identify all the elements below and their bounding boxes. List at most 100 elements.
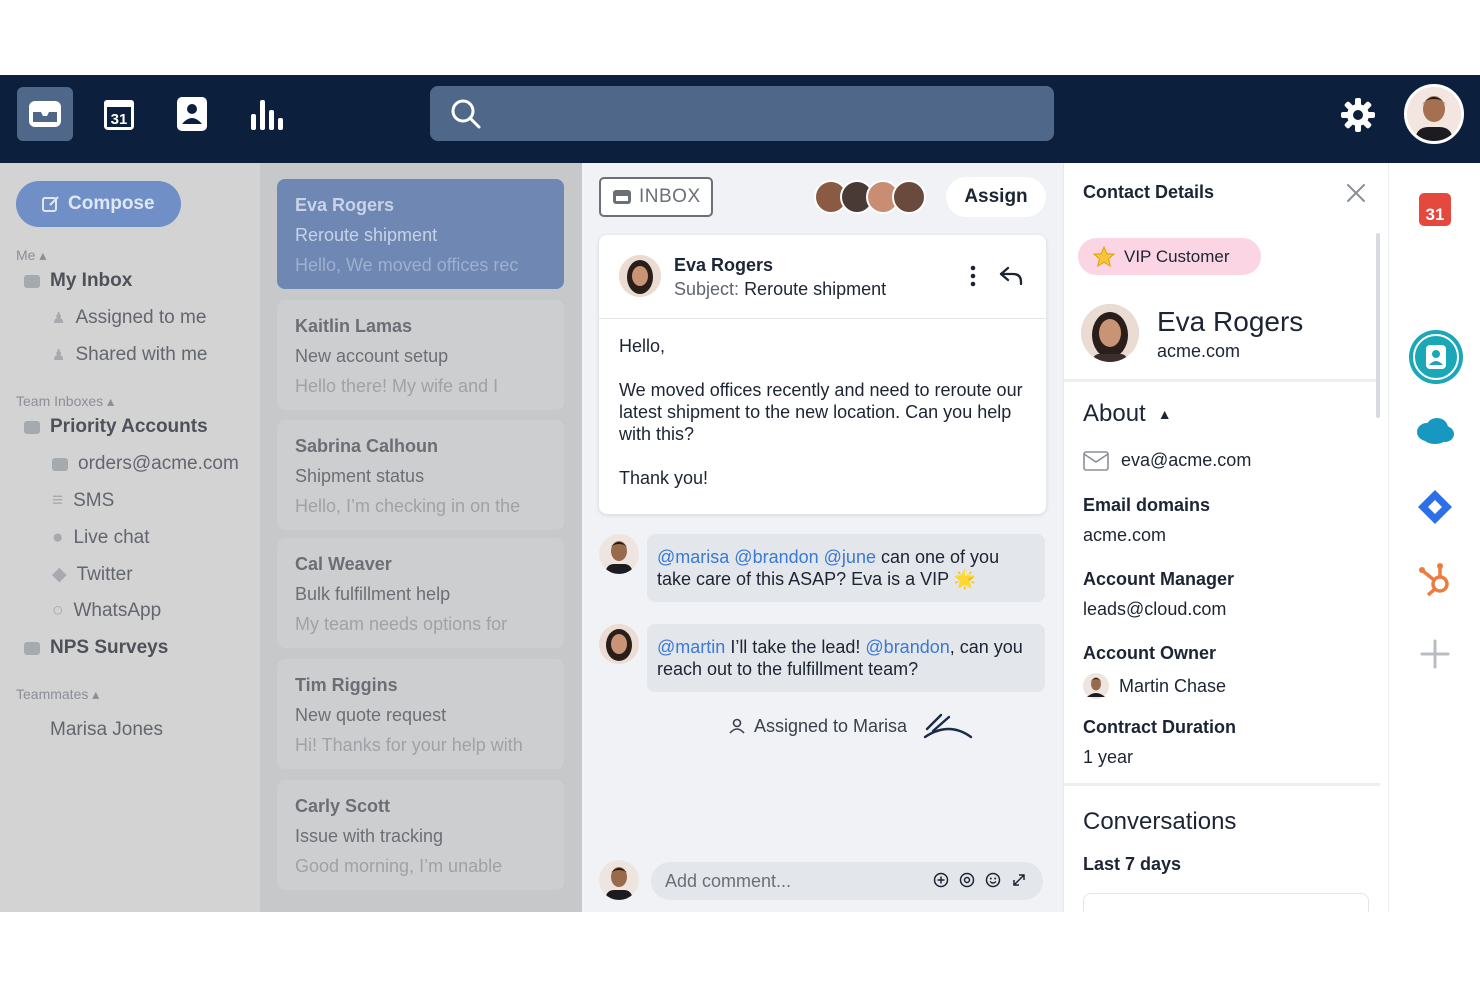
people-icon: ♟ bbox=[52, 347, 66, 364]
sidebar-item-nps-surveys[interactable]: NPS Surveys bbox=[24, 637, 168, 659]
calendar-integration-button[interactable]: 31 bbox=[1407, 181, 1463, 237]
field-label: Account Owner bbox=[1083, 643, 1217, 663]
calendar-icon: 31 bbox=[104, 100, 134, 130]
avatar bbox=[892, 180, 926, 214]
sidebar-item-assigned-to-me[interactable]: ♟ Assigned to me bbox=[52, 307, 206, 329]
sidebar-item-live-chat[interactable]: ● Live chat bbox=[52, 527, 150, 549]
hubspot-integration-button[interactable] bbox=[1407, 552, 1463, 608]
reply-button[interactable] bbox=[999, 265, 1023, 292]
panel-scrollbar[interactable] bbox=[1376, 233, 1380, 418]
field-value-row: 1 year bbox=[1083, 747, 1236, 768]
field-value: 1 year bbox=[1083, 747, 1134, 767]
comment-input[interactable] bbox=[665, 870, 915, 892]
vip-label: VIP Customer bbox=[1124, 246, 1230, 266]
teammates-text: Teammates bbox=[16, 686, 89, 702]
cloud-icon bbox=[1417, 418, 1454, 444]
analytics-nav-button[interactable] bbox=[238, 87, 294, 141]
email-subject: Subject: Reroute shipment bbox=[674, 279, 886, 300]
close-icon bbox=[1347, 184, 1365, 202]
conversation-sender: Cal Weaver bbox=[295, 554, 392, 574]
team-inboxes-label[interactable]: Team Inboxes ▴ bbox=[16, 393, 114, 410]
email-sender: Eva Rogers bbox=[674, 255, 774, 275]
settings-button[interactable] bbox=[1338, 95, 1378, 140]
sms-icon: ≡ bbox=[52, 490, 64, 511]
mention-link[interactable]: @june bbox=[824, 547, 876, 567]
sidebar-item-orders-email[interactable]: orders@acme.com bbox=[52, 453, 239, 475]
sidebar-item-label: Assigned to me bbox=[75, 307, 207, 328]
sidebar-item-my-inbox[interactable]: My Inbox bbox=[24, 270, 132, 292]
hubspot-icon bbox=[1419, 563, 1449, 597]
mention-link[interactable]: @marisa bbox=[657, 547, 729, 567]
conversation-item-selected[interactable]: Eva Rogers Reroute shipment Hello, We mo… bbox=[277, 179, 564, 289]
user-avatar[interactable] bbox=[1404, 84, 1464, 144]
inbox-nav-button[interactable] bbox=[17, 87, 73, 141]
conversation-item[interactable]: Tim Riggins New quote request Hi! Thanks… bbox=[277, 659, 564, 769]
inbox-icon bbox=[29, 101, 61, 127]
field-value: leads@cloud.com bbox=[1083, 599, 1227, 619]
field-label: Account Manager bbox=[1083, 569, 1235, 589]
compose-label: Compose bbox=[68, 193, 155, 214]
sidebar-item-label: NPS Surveys bbox=[50, 637, 169, 658]
current-user-avatar bbox=[599, 860, 639, 900]
close-panel-button[interactable] bbox=[1345, 182, 1367, 209]
conversation-item[interactable]: Carly Scott Issue with tracking Good mor… bbox=[277, 780, 564, 890]
at-mention-icon[interactable] bbox=[959, 872, 975, 888]
conversation-item[interactable]: Kaitlin Lamas New account setup Hello th… bbox=[277, 300, 564, 410]
comment-tools bbox=[933, 872, 1027, 888]
contact-email[interactable]: eva@acme.com bbox=[1121, 450, 1251, 471]
contacts-nav-button[interactable] bbox=[164, 87, 220, 141]
sidebar-item-twitter[interactable]: ◆ Twitter bbox=[52, 563, 133, 586]
app-window: 31 Compose Me ▴ My Inbox ♟ Assigned to me… bbox=[0, 75, 1480, 912]
email-body: Hello, We moved offices recently and nee… bbox=[599, 319, 1046, 505]
assign-button[interactable]: Assign bbox=[946, 177, 1046, 217]
field-account-manager: Account Manager leads@cloud.com bbox=[1083, 569, 1234, 620]
salesforce-integration-button[interactable] bbox=[1407, 403, 1463, 459]
global-search[interactable] bbox=[430, 86, 1054, 141]
jira-integration-button[interactable] bbox=[1407, 479, 1463, 535]
mention-link[interactable]: @brandon bbox=[734, 547, 818, 567]
email-signoff: Thank you! bbox=[619, 468, 709, 488]
me-section-label[interactable]: Me ▴ bbox=[16, 247, 46, 264]
conversation-item[interactable]: Sabrina Calhoun Shipment status Hello, I… bbox=[277, 420, 564, 530]
conversation-preview: Hello, We moved offices rec bbox=[295, 255, 519, 275]
conversation-subject: New account setup bbox=[295, 346, 449, 366]
sidebar-item-label: Shared with me bbox=[75, 344, 208, 365]
about-section-toggle[interactable]: About ▲ bbox=[1083, 400, 1172, 428]
conversation-preview: Good morning, I’m unable bbox=[295, 856, 503, 876]
more-options-button[interactable] bbox=[969, 265, 977, 292]
sidebar-item-teammate[interactable]: Marisa Jones bbox=[50, 719, 163, 741]
thread-panel: INBOX Assign Eva Rogers Subject: Reroute… bbox=[582, 163, 1063, 912]
top-bar: 31 bbox=[0, 75, 1480, 163]
sidebar-item-sms[interactable]: ≡ SMS bbox=[52, 490, 114, 512]
sidebar-item-label: Priority Accounts bbox=[50, 416, 208, 437]
field-value: Martin Chase bbox=[1119, 675, 1227, 696]
add-circle-icon[interactable] bbox=[933, 872, 949, 888]
add-integration-button[interactable] bbox=[1407, 626, 1463, 682]
conversation-list: Eva Rogers Reroute shipment Hello, We mo… bbox=[260, 163, 582, 912]
inbox-tag-button[interactable]: INBOX bbox=[599, 177, 713, 217]
mention-link[interactable]: @martin bbox=[657, 637, 725, 657]
compose-button[interactable]: Compose bbox=[16, 181, 181, 227]
contact-card-integration-button[interactable] bbox=[1407, 328, 1465, 386]
comment-bubble: @martin I’ll take the lead! @brandon, ca… bbox=[647, 624, 1045, 692]
expand-icon[interactable] bbox=[1011, 872, 1027, 888]
sidebar-item-label: My Inbox bbox=[50, 270, 133, 291]
conversation-sender: Eva Rogers bbox=[295, 195, 395, 215]
owner-avatar bbox=[1083, 673, 1109, 699]
sidebar-item-shared-with-me[interactable]: ♟ Shared with me bbox=[52, 344, 207, 366]
mention-link[interactable]: @brandon bbox=[865, 637, 949, 657]
conversation-item[interactable]: Cal Weaver Bulk fulfillment help My team… bbox=[277, 538, 564, 648]
email-body-text: We moved offices recently and need to re… bbox=[619, 380, 1023, 444]
sidebar-item-label: WhatsApp bbox=[73, 600, 162, 621]
conversation-sender: Tim Riggins bbox=[295, 675, 398, 695]
conversation-summary-card[interactable] bbox=[1083, 893, 1369, 912]
contact-name: Eva Rogers bbox=[1157, 306, 1304, 337]
field-value: acme.com bbox=[1083, 525, 1167, 545]
calendar-nav-button[interactable]: 31 bbox=[91, 87, 147, 141]
teammates-label[interactable]: Teammates ▴ bbox=[16, 686, 99, 703]
svg-text:31: 31 bbox=[111, 111, 128, 128]
emoji-icon[interactable] bbox=[985, 872, 1001, 888]
sidebar-item-priority-accounts[interactable]: Priority Accounts bbox=[24, 416, 208, 438]
sidebar-item-whatsapp[interactable]: ○ WhatsApp bbox=[52, 600, 161, 622]
me-label-text: Me bbox=[16, 247, 36, 263]
